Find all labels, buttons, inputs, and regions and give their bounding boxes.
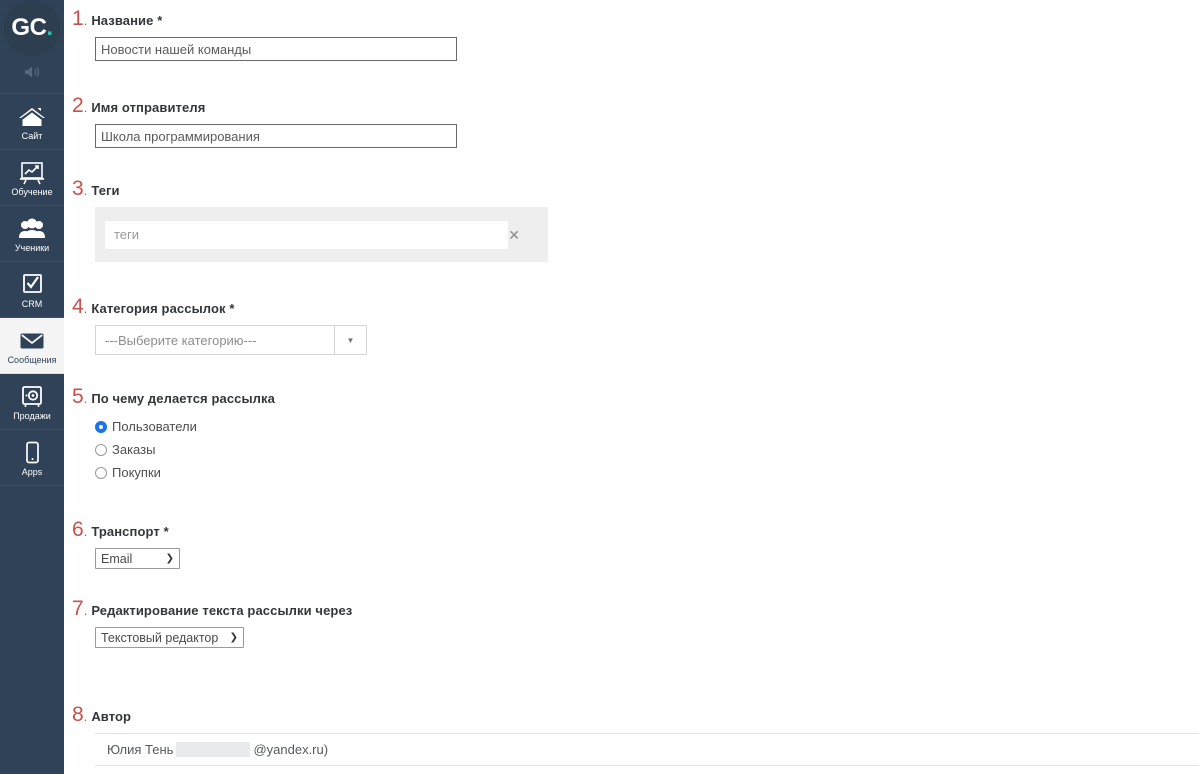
field-number: 2. <box>72 94 88 117</box>
field-number: 1. <box>72 7 88 30</box>
transport-select-value: Email <box>101 551 133 566</box>
safe-icon <box>17 384 47 410</box>
tags-widget[interactable]: ✕ <box>95 207 548 262</box>
sidebar-item-label: CRM <box>21 299 43 309</box>
redacted-email-block <box>176 742 251 757</box>
author-email-suffix: @yandex.ru) <box>253 742 329 757</box>
author-name: Юлия Тень <box>107 742 174 757</box>
field-label: Автор <box>91 709 132 724</box>
radio-indicator <box>95 466 107 479</box>
speaker-icon <box>22 64 42 85</box>
chevron-down-icon: ❯ <box>165 552 174 564</box>
field-header: 8. Автор <box>64 704 1199 727</box>
editor-select-value: Текстовый редактор <box>101 630 219 645</box>
field-mailing-basis: 5. По чему делается рассылка Пользовател… <box>64 386 275 484</box>
field-label: Категория рассылок * <box>91 301 235 316</box>
logo-text-accent: . <box>46 14 53 41</box>
category-select-value: ---Выберите категорию--- <box>105 332 257 348</box>
radio-indicator <box>95 443 107 456</box>
radio-indicator <box>95 420 107 433</box>
field-control: Пользователи Заказы Покупки <box>64 415 275 484</box>
field-control: Текстовый редактор ❯ <box>64 627 352 648</box>
field-author: 8. Автор Юлия Тень @yandex.ru) <box>64 704 1199 766</box>
field-number: 7. <box>72 597 88 620</box>
field-header: 5. По чему делается рассылка <box>64 386 275 409</box>
field-transport: 6. Транспорт * Email ❯ <box>64 519 180 569</box>
sender-name-input[interactable] <box>95 124 457 148</box>
sidebar-item-label: Ученики <box>14 243 50 253</box>
presentation-icon <box>17 160 47 186</box>
field-number: 8. <box>72 703 88 726</box>
envelope-icon <box>17 328 47 354</box>
field-header: 7. Редактирование текста рассылки через <box>64 598 352 621</box>
sidebar-item-sales[interactable]: Продажи <box>0 374 64 430</box>
field-tags: 3. Теги ✕ <box>64 178 548 262</box>
logo-badge: GC. <box>4 0 60 56</box>
field-control: Юлия Тень @yandex.ru) <box>64 733 1199 766</box>
transport-select[interactable]: Email ❯ <box>95 548 180 569</box>
field-number: 6. <box>72 518 88 541</box>
field-number: 3. <box>72 177 88 200</box>
field-label: По чему делается рассылка <box>91 391 275 406</box>
radio-option-purchases[interactable]: Покупки <box>95 461 275 484</box>
form-panel: 1. Название * 2. Имя отправителя 3. Теги <box>64 0 1199 774</box>
sidebar-item-label: Продажи <box>13 411 51 421</box>
caret-down-icon: ▼ <box>334 326 366 354</box>
checkbox-icon <box>17 272 47 298</box>
editor-select[interactable]: Текстовый редактор ❯ <box>95 627 244 648</box>
field-header: 2. Имя отправителя <box>64 95 457 118</box>
home-icon <box>17 104 47 130</box>
field-control: ✕ <box>64 207 548 262</box>
field-number: 4. <box>72 295 88 318</box>
phone-icon <box>17 440 47 466</box>
sound-toggle[interactable] <box>0 56 64 94</box>
field-control <box>64 37 457 61</box>
sidebar-item-crm[interactable]: CRM <box>0 262 64 318</box>
field-label: Редактирование текста рассылки через <box>91 603 353 618</box>
field-title: 1. Название * <box>64 8 457 61</box>
sidebar-item-messages[interactable]: Сообщения <box>0 318 64 374</box>
field-header: 3. Теги <box>64 178 548 201</box>
radio-label: Заказы <box>112 442 156 457</box>
radio-option-orders[interactable]: Заказы <box>95 438 275 461</box>
category-select[interactable]: ---Выберите категорию--- ▼ <box>95 325 367 355</box>
author-value-row: Юлия Тень @yandex.ru) <box>95 733 1199 766</box>
radio-label: Пользователи <box>112 419 197 434</box>
sidebar-item-students[interactable]: Ученики <box>0 206 64 262</box>
field-control <box>64 124 457 148</box>
field-label: Название * <box>91 13 163 28</box>
field-label: Транспорт * <box>91 524 169 539</box>
title-input[interactable] <box>95 37 457 61</box>
logo[interactable]: GC. <box>0 0 64 56</box>
field-header: 6. Транспорт * <box>64 519 180 542</box>
app-root: GC. Сайт Обучение Ученики CRM Сообщения … <box>0 0 1199 774</box>
field-header: 1. Название * <box>64 8 457 31</box>
sidebar-item-label: Обучение <box>11 187 53 197</box>
field-control: Email ❯ <box>64 548 180 569</box>
chevron-down-icon: ❯ <box>229 631 238 643</box>
tags-input[interactable] <box>105 220 508 249</box>
sidebar-item-label: Apps <box>21 467 43 477</box>
users-icon <box>17 216 47 242</box>
sidebar: GC. Сайт Обучение Ученики CRM Сообщения … <box>0 0 64 774</box>
field-category: 4. Категория рассылок * ---Выберите кате… <box>64 296 367 355</box>
sidebar-item-label: Сайт <box>21 131 43 141</box>
close-icon[interactable]: ✕ <box>508 228 520 242</box>
logo-text-primary: GC <box>11 14 47 41</box>
radio-label: Покупки <box>112 465 161 480</box>
sidebar-item-site[interactable]: Сайт <box>0 94 64 150</box>
field-label: Имя отправителя <box>91 100 206 115</box>
field-label: Теги <box>91 183 120 198</box>
field-sender-name: 2. Имя отправителя <box>64 95 457 148</box>
sidebar-item-learning[interactable]: Обучение <box>0 150 64 206</box>
sidebar-item-apps[interactable]: Apps <box>0 430 64 486</box>
field-header: 4. Категория рассылок * <box>64 296 367 319</box>
field-editor: 7. Редактирование текста рассылки через … <box>64 598 352 648</box>
field-control: ---Выберите категорию--- ▼ <box>64 325 367 355</box>
field-number: 5. <box>72 385 88 408</box>
radio-option-users[interactable]: Пользователи <box>95 415 275 438</box>
sidebar-item-label: Сообщения <box>7 355 57 365</box>
